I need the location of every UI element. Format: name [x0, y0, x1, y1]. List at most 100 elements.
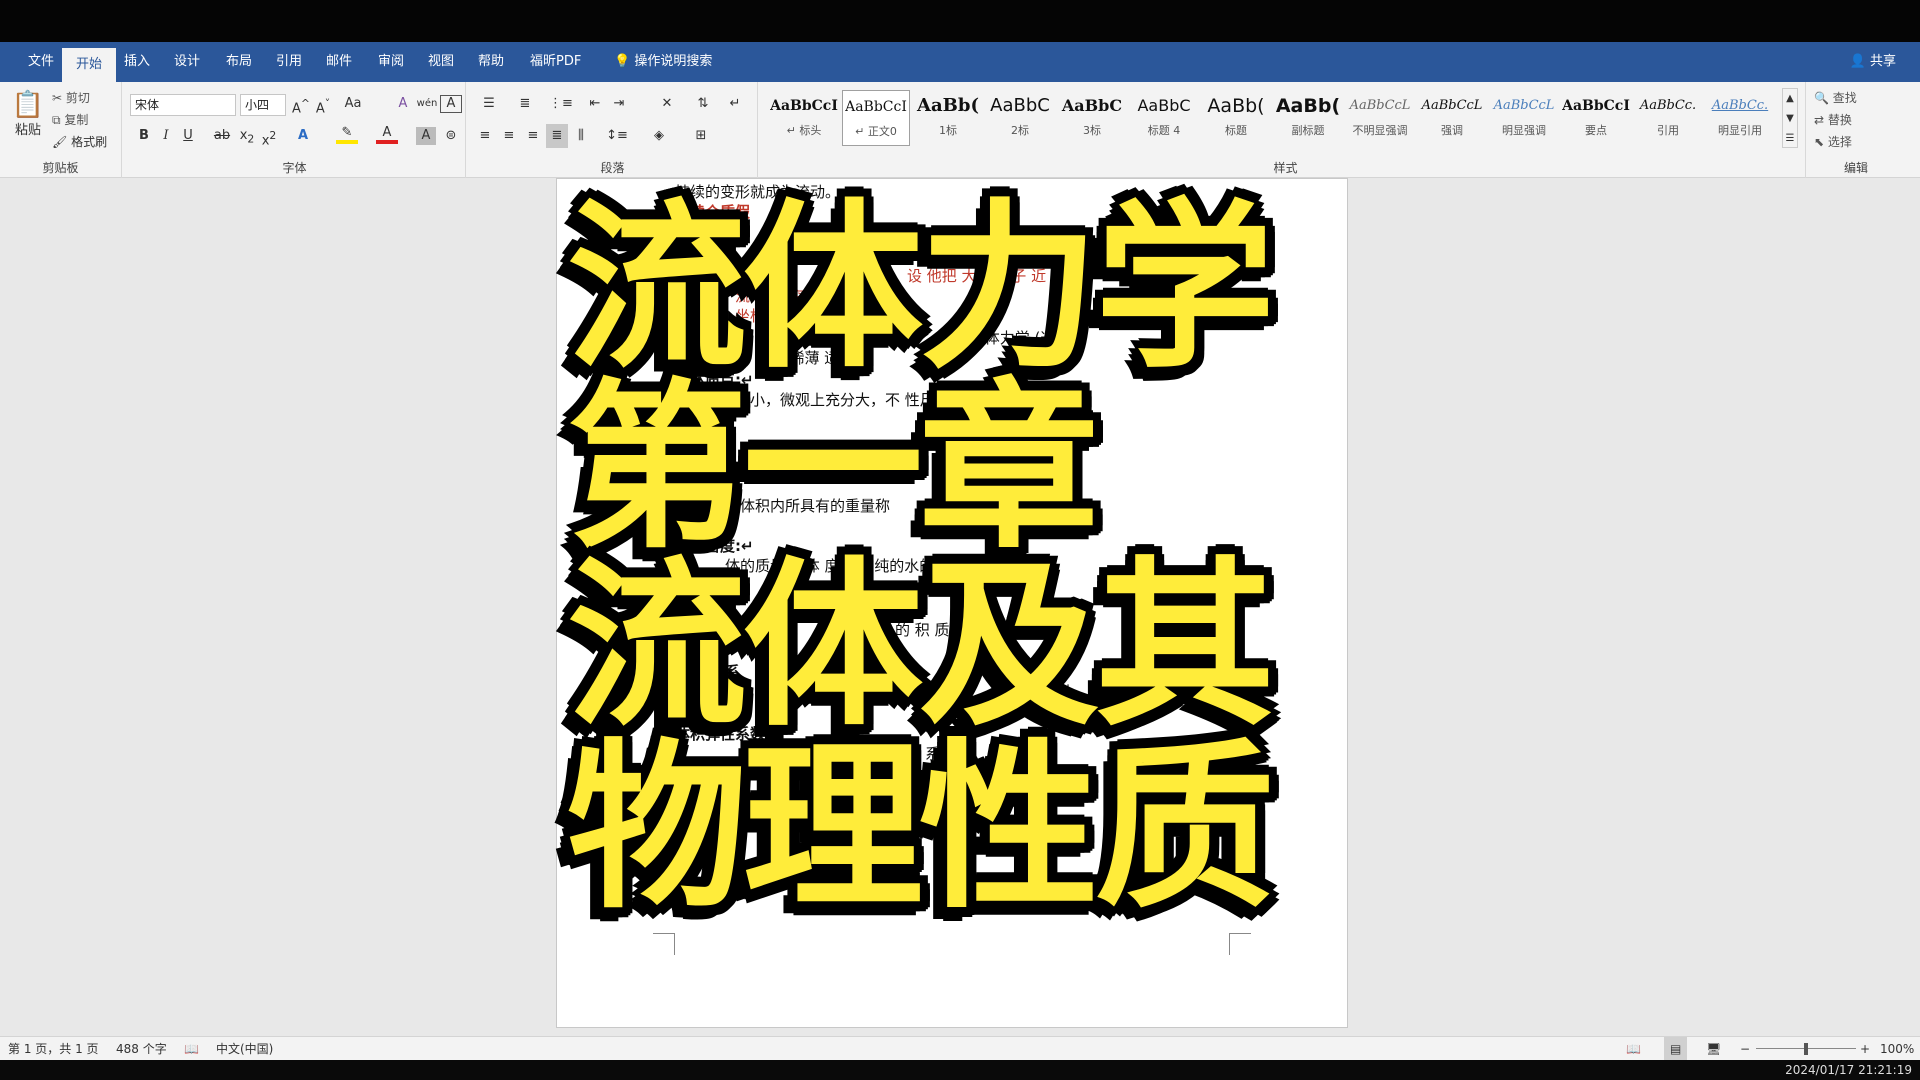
subscript-icon[interactable]: x2: [236, 124, 258, 148]
styles-gallery-scroll[interactable]: ▲ ▼ ☰: [1782, 88, 1798, 148]
tab-references[interactable]: 引用: [262, 42, 316, 82]
find-button[interactable]: 🔍 查找: [1814, 86, 1894, 110]
taskbar: 2024/01/17 21:21:19: [0, 1060, 1920, 1080]
margin-mark-left: [653, 933, 675, 955]
underline-icon[interactable]: U: [178, 124, 198, 148]
text-effects-icon[interactable]: A: [292, 124, 314, 148]
align-right-icon[interactable]: ≡: [522, 124, 544, 148]
highlight-icon[interactable]: ✎: [336, 124, 358, 144]
print-layout-icon[interactable]: ▤: [1664, 1037, 1688, 1061]
replace-icon: ⇄: [1814, 113, 1825, 127]
font-group: 宋体 小四 A^ A˅ Aa A wén A B I U ab x2 x2 A …: [124, 82, 466, 178]
tab-review[interactable]: 审阅: [364, 42, 418, 82]
bullets-icon[interactable]: ☰: [474, 92, 504, 116]
zoom-out-icon[interactable]: −: [1740, 1037, 1750, 1061]
style-heading-4[interactable]: AaBbC 标题 4: [1130, 90, 1198, 146]
bold-icon[interactable]: B: [134, 124, 154, 148]
justify-icon[interactable]: ≣: [546, 124, 568, 148]
style-subtle-emphasis[interactable]: AaBbCcL 不明显强调: [1346, 90, 1414, 146]
superscript-icon[interactable]: x2: [258, 124, 280, 148]
strikethrough-icon[interactable]: ab: [210, 124, 234, 148]
distributed-icon[interactable]: ⫼: [570, 124, 592, 148]
zoom-thumb[interactable]: [1804, 1043, 1808, 1055]
format-painter-button[interactable]: 🖌 格式刷: [52, 130, 122, 154]
style-strong[interactable]: AaBbCcI 要点: [1562, 90, 1630, 146]
copy-button[interactable]: ⧉ 复制: [52, 108, 112, 132]
page-count[interactable]: 第 1 页，共 1 页: [8, 1037, 99, 1061]
shading-icon[interactable]: ◈: [644, 124, 674, 148]
chinese-layout-icon[interactable]: ✕: [652, 92, 682, 116]
tab-view[interactable]: 视图: [414, 42, 468, 82]
zoom-slider[interactable]: [1756, 1037, 1856, 1061]
select-button[interactable]: ⬉ 选择: [1814, 130, 1894, 154]
brush-icon: 🖌: [52, 135, 68, 149]
proofing-icon[interactable]: 📖: [184, 1037, 199, 1061]
style-intense-quote[interactable]: AaBbCc. 明显引用: [1706, 90, 1774, 146]
zoom-in-icon[interactable]: +: [1860, 1037, 1870, 1061]
align-left-icon[interactable]: ≡: [474, 124, 496, 148]
style-heading-2[interactable]: AaBbC 2标: [986, 90, 1054, 146]
decrease-indent-icon[interactable]: ⇤: [584, 92, 606, 116]
paste-button[interactable]: 📋 粘贴: [8, 88, 48, 148]
replace-button[interactable]: ⇄ 替换: [1814, 108, 1894, 132]
phonetic-guide-icon[interactable]: wén: [416, 92, 438, 116]
tab-file[interactable]: 文件: [14, 42, 68, 82]
zoom-level[interactable]: 100%: [1880, 1037, 1914, 1061]
style-subtitle[interactable]: AaBb(副标题: [1274, 90, 1342, 146]
style-quote[interactable]: AaBbCc. 引用: [1634, 90, 1702, 146]
numbering-icon[interactable]: ≣: [510, 92, 540, 116]
enclose-characters-icon[interactable]: ⊜: [440, 124, 462, 148]
clear-formatting-icon[interactable]: A: [392, 92, 414, 116]
web-layout-icon[interactable]: 🖥: [1706, 1037, 1721, 1061]
tab-layout[interactable]: 布局: [212, 42, 266, 82]
tab-mailings[interactable]: 邮件: [312, 42, 366, 82]
font-size-select[interactable]: 小四: [240, 94, 286, 116]
font-color-icon[interactable]: A: [376, 124, 398, 144]
overlay-title-line-1: 流体力学: [567, 184, 1275, 393]
document-page[interactable]: 持续的变形就成为流动。↵ 连续介质假 质 连 介质假 设 他把 大量高 子 近 …: [556, 178, 1348, 1028]
clock: 2024/01/17 21:21:19: [1785, 1063, 1912, 1077]
scissors-icon: ✂: [52, 91, 63, 105]
style-heading-1[interactable]: AaBb(1标: [914, 90, 982, 146]
editing-group-label: 编辑: [1843, 161, 1868, 175]
grow-font-icon[interactable]: A^: [290, 92, 312, 116]
ribbon: 📋 粘贴 ✂ 剪切 ⧉ 复制 🖌 格式刷 剪贴板 宋体 小四 A^ A˅ Aa …: [0, 82, 1920, 178]
search-icon: 🔍: [1814, 91, 1829, 105]
italic-icon[interactable]: I: [156, 124, 176, 148]
character-shading-icon[interactable]: A: [416, 127, 436, 145]
style-header[interactable]: AaBbCcI ↵ 标头: [770, 90, 838, 146]
paragraph-group: ☰ ≣ ⋮≡ ⇤ ⇥ ✕ ⇅ ↵ ≡ ≡ ≡ ≣ ⫼ ↕≡ ◈ ⊞ 段落: [468, 82, 758, 178]
style-intense-emphasis[interactable]: AaBbCcL 明显强调: [1490, 90, 1558, 146]
read-mode-icon[interactable]: 📖: [1626, 1037, 1641, 1061]
sort-icon[interactable]: ⇅: [692, 92, 714, 116]
show-marks-icon[interactable]: ↵: [724, 92, 746, 116]
clipboard-icon: 📋: [11, 90, 45, 120]
overlay-title-line-3: 流体及其: [567, 542, 1275, 751]
tab-foxit-pdf[interactable]: 福昕PDF: [516, 42, 595, 82]
word-count[interactable]: 488 个字: [116, 1037, 167, 1061]
style-heading-3[interactable]: AaBbC 3标: [1058, 90, 1126, 146]
paragraph-group-label: 段落: [600, 161, 625, 175]
style-normal[interactable]: AaBbCcI ↵ 正文0: [842, 90, 910, 146]
tab-help[interactable]: 帮助: [464, 42, 518, 82]
borders-icon[interactable]: ⊞: [686, 124, 716, 148]
align-center-icon[interactable]: ≡: [498, 124, 520, 148]
increase-indent-icon[interactable]: ⇥: [608, 92, 630, 116]
screen-top-bar: [0, 0, 1920, 42]
styles-group: AaBbCcI ↵ 标头 AaBbCcI ↵ 正文0 AaBb(1标 AaBbC 2标…: [766, 82, 1806, 178]
character-border-icon[interactable]: A: [440, 95, 462, 113]
tab-home[interactable]: 开始: [62, 48, 117, 82]
font-name-select[interactable]: 宋体: [130, 94, 236, 116]
tab-design[interactable]: 设计: [160, 42, 214, 82]
shrink-font-icon[interactable]: A˅: [312, 92, 334, 116]
line-spacing-icon[interactable]: ↕≡: [602, 124, 632, 148]
style-title[interactable]: AaBb(标题: [1202, 90, 1270, 146]
change-case-icon[interactable]: Aa: [338, 92, 368, 116]
language-indicator[interactable]: 中文(中国): [216, 1037, 273, 1061]
tell-me-search[interactable]: 💡 操作说明搜索: [600, 42, 726, 82]
share-button[interactable]: 👤 共享: [1850, 42, 1896, 82]
cut-button[interactable]: ✂ 剪切: [52, 86, 112, 110]
multilevel-list-icon[interactable]: ⋮≡: [546, 92, 576, 116]
tab-insert[interactable]: 插入: [110, 42, 164, 82]
style-emphasis[interactable]: AaBbCcL 强调: [1418, 90, 1486, 146]
